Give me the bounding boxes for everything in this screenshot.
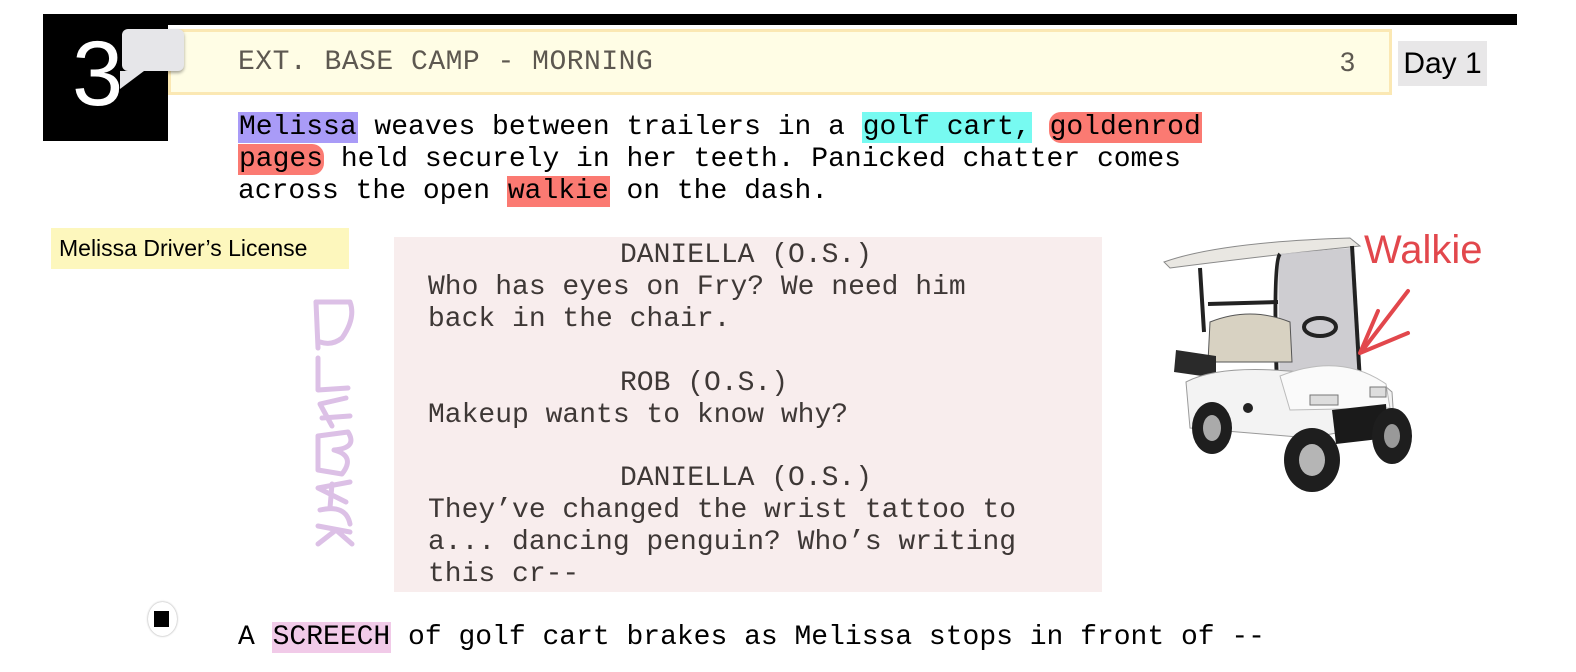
scene-number: 3 [72,23,124,125]
tag-prop-walkie[interactable]: walkie [506,176,610,207]
day-badge[interactable]: Day 1 [1398,41,1487,86]
scene-number-right: 3 [1340,47,1356,77]
action-text: weaves between trailers in a [357,112,862,143]
action-text: A [238,622,272,653]
action-text [1032,112,1049,143]
tag-prop-goldenrod[interactable]: goldenrod [1048,112,1202,143]
action-text: on the dash. [609,176,829,207]
tag-cast-melissa[interactable]: Melissa [238,112,358,143]
character-name[interactable]: ROB (O.S.) [620,368,788,400]
character-name[interactable]: DANIELLA (O.S.) [620,240,872,272]
bookmark-marker-icon[interactable] [148,602,177,636]
dialogue-line[interactable]: They’ve changed the wrist tattoo to [428,495,1016,527]
action-line-1[interactable]: Melissa weaves between trailers in a gol… [238,112,1202,144]
action-text: held securely in her teeth. Panicked cha… [324,144,1181,175]
character-name[interactable]: DANIELLA (O.S.) [620,463,872,495]
dialogue-line[interactable]: Makeup wants to know why? [428,400,848,432]
comment-icon[interactable] [120,29,184,89]
dialogue-line[interactable]: a... dancing penguin? Who’s writing [428,527,1016,559]
arrow-annotation-icon[interactable] [1350,285,1420,360]
action-line-3[interactable]: across the open walkie on the dash. [238,176,828,208]
tag-sound-screech[interactable]: SCREECH [271,622,392,653]
action-text: across the open [238,176,507,207]
dialogue-line[interactable]: back in the chair. [428,304,730,336]
action-text: of golf cart brakes as Melissa stops in … [391,622,1265,653]
walkie-annotation[interactable]: Walkie [1364,228,1483,273]
action-line-2[interactable]: pages held securely in her teeth. Panick… [238,144,1181,176]
top-bar [43,14,1517,25]
dialogue-line[interactable]: this cr-- [428,559,579,591]
dialogue-line[interactable]: Who has eyes on Fry? We need him [428,272,966,304]
action-line-4[interactable]: A SCREECH of golf cart brakes as Melissa… [238,622,1265,654]
playback-handwritten-note[interactable] [302,298,358,548]
tag-prop-pages[interactable]: pages [238,144,325,175]
tag-vehicle-golf-cart[interactable]: golf cart, [861,112,1032,143]
scene-heading[interactable]: EXT. BASE CAMP - MORNING [238,47,653,78]
note-license[interactable]: Melissa Driver’s License [51,228,349,269]
